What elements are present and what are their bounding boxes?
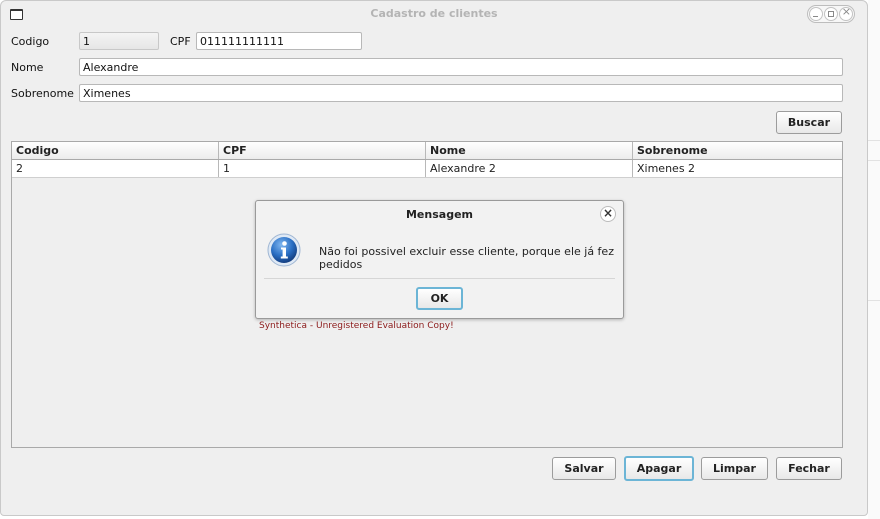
buscar-button[interactable]: Buscar <box>776 111 842 134</box>
table-header: Codigo CPF Nome Sobrenome <box>12 142 842 160</box>
dialog-close-icon[interactable]: × <box>600 206 616 222</box>
codigo-label: Codigo <box>11 35 50 48</box>
main-window: Cadastro de clientes Codigo CPF Nome Sob… <box>0 0 868 516</box>
column-header-sobrenome[interactable]: Sobrenome <box>633 142 837 159</box>
table-row[interactable]: 2 1 Alexandre 2 Ximenes 2 <box>12 160 842 178</box>
dialog-title: Mensagem <box>405 208 473 221</box>
window-controls <box>807 5 855 23</box>
minimize-icon[interactable] <box>808 7 823 21</box>
column-header-codigo[interactable]: Codigo <box>12 142 219 159</box>
table-cell[interactable]: 1 <box>219 160 426 177</box>
info-icon <box>267 233 301 267</box>
ok-button[interactable]: OK <box>416 287 463 310</box>
column-header-nome[interactable]: Nome <box>426 142 633 159</box>
limpar-button[interactable]: Limpar <box>701 457 768 480</box>
message-dialog: Mensagem × Não foi possivel excluir esse… <box>255 200 624 319</box>
cpf-label: CPF <box>170 35 191 48</box>
nome-field[interactable] <box>79 58 843 76</box>
codigo-field[interactable] <box>79 32 159 50</box>
table-cell[interactable]: Alexandre 2 <box>426 160 633 177</box>
column-header-cpf[interactable]: CPF <box>219 142 426 159</box>
salvar-button[interactable]: Salvar <box>552 457 616 480</box>
close-icon[interactable] <box>839 5 854 21</box>
maximize-icon[interactable] <box>823 7 838 21</box>
sobrenome-field[interactable] <box>79 84 843 102</box>
apagar-button[interactable]: Apagar <box>624 456 694 481</box>
sobrenome-label: Sobrenome <box>11 87 74 100</box>
table-cell[interactable]: Ximenes 2 <box>633 160 837 177</box>
nome-label: Nome <box>11 61 44 74</box>
cpf-field[interactable] <box>196 32 362 50</box>
fechar-button[interactable]: Fechar <box>776 457 842 480</box>
dialog-separator <box>264 278 615 279</box>
window-title: Cadastro de clientes <box>370 7 498 20</box>
table-cell[interactable]: 2 <box>12 160 219 177</box>
title-bar: Cadastro de clientes <box>1 1 867 27</box>
background-window-edge <box>868 0 880 519</box>
dialog-message: Não foi possivel excluir esse cliente, p… <box>319 245 614 271</box>
evaluation-watermark: Synthetica - Unregistered Evaluation Cop… <box>259 321 454 331</box>
